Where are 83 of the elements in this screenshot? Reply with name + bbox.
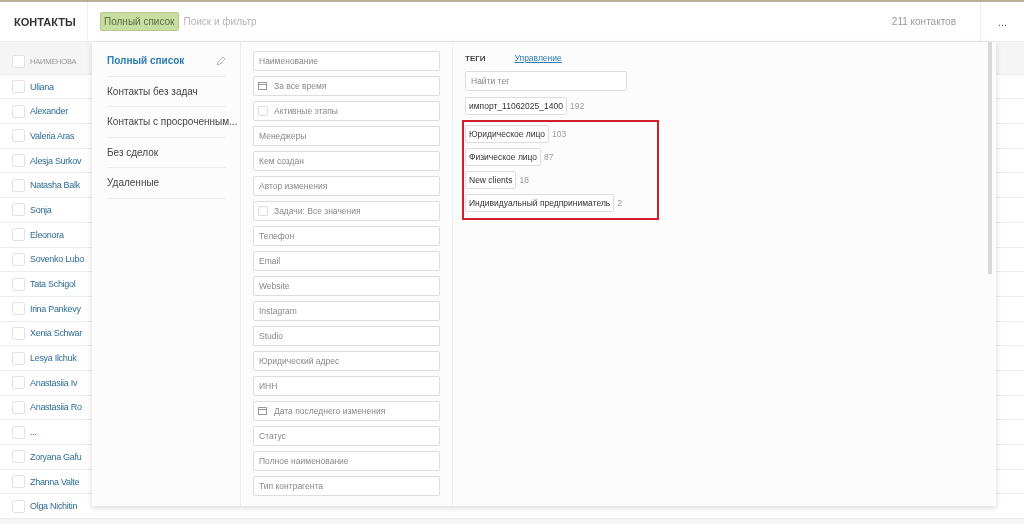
checkbox[interactable] bbox=[12, 129, 25, 143]
contact-name[interactable]: Natasha Balk bbox=[30, 180, 80, 191]
filter-field[interactable]: Статус bbox=[253, 426, 440, 446]
checkbox[interactable] bbox=[12, 475, 25, 489]
filter-field[interactable]: Instagram bbox=[253, 301, 440, 321]
filter-field[interactable]: Тип контрагента bbox=[253, 476, 440, 496]
filter-field[interactable]: Автор изменения bbox=[253, 176, 440, 196]
contact-name[interactable]: Sonja bbox=[30, 204, 52, 215]
contact-name[interactable]: Anastasiia Ro bbox=[30, 402, 82, 413]
filter-field[interactable]: ИНН bbox=[253, 376, 440, 396]
contact-name[interactable]: Sovenko Lubo bbox=[30, 254, 84, 265]
manage-link[interactable]: Управление bbox=[514, 53, 562, 63]
filter-field[interactable]: За все время bbox=[253, 76, 440, 96]
contact-name[interactable]: Uliana bbox=[30, 81, 54, 92]
tag[interactable]: Физическое лицо bbox=[465, 148, 542, 166]
tag[interactable]: Юридическое лицо bbox=[465, 125, 549, 143]
pencil-icon[interactable] bbox=[216, 55, 226, 66]
tag[interactable]: Индивидуальный предприниматель bbox=[465, 194, 615, 212]
tag-count: 2 bbox=[617, 198, 623, 208]
contact-name[interactable]: Irina Pankevy bbox=[30, 303, 81, 314]
contact-name[interactable]: Eleonora bbox=[30, 229, 64, 240]
filter-field[interactable]: Studio bbox=[253, 326, 440, 346]
filter-field[interactable]: Менеджеры bbox=[253, 126, 440, 146]
checkbox[interactable] bbox=[12, 351, 25, 365]
contact-name[interactable]: Alexander bbox=[30, 106, 68, 117]
preset-item[interactable]: Без сделок bbox=[107, 146, 159, 158]
tag[interactable]: импорт_11062025_1400 bbox=[465, 97, 567, 115]
tag-count: 103 bbox=[552, 129, 567, 139]
filter-field[interactable]: Кем создан bbox=[253, 151, 440, 171]
preset-item[interactable]: Полный список bbox=[107, 55, 185, 67]
filter-field[interactable]: Email bbox=[253, 251, 440, 271]
tag-count: 192 bbox=[569, 101, 585, 111]
contact-name[interactable]: Alesja Surkov bbox=[30, 155, 82, 166]
checkbox[interactable] bbox=[12, 450, 25, 464]
checkbox[interactable] bbox=[258, 106, 268, 116]
contact-name[interactable]: Zhanna Valte bbox=[30, 476, 80, 487]
checkbox[interactable] bbox=[12, 104, 25, 118]
filter-field[interactable]: Задачи: Все значения bbox=[253, 201, 440, 221]
checkbox[interactable] bbox=[12, 80, 25, 94]
contact-name[interactable]: Zoryana Gafu bbox=[30, 451, 82, 462]
checkbox[interactable] bbox=[12, 400, 25, 414]
filter-field[interactable]: Активные этапы bbox=[253, 101, 440, 121]
preset-item[interactable]: Контакты с просроченным... bbox=[107, 116, 238, 128]
checkbox[interactable] bbox=[12, 178, 25, 192]
checkbox[interactable] bbox=[12, 203, 25, 217]
checkbox[interactable] bbox=[12, 277, 25, 291]
checkbox[interactable] bbox=[12, 326, 25, 340]
filter-field[interactable]: Website bbox=[253, 276, 440, 296]
filter-field[interactable]: Дата последнего изменения bbox=[253, 401, 440, 421]
contact-name[interactable]: Xenia Schwar bbox=[30, 328, 82, 339]
page-title: КОНТАКТЫ bbox=[0, 2, 88, 41]
filter-field[interactable]: Наименование bbox=[253, 51, 440, 71]
contact-name[interactable]: Tata Schigol bbox=[30, 279, 76, 290]
checkbox[interactable] bbox=[12, 228, 25, 242]
tags-title: ТЕГИ bbox=[465, 53, 486, 63]
filter-field[interactable]: Полное наименование bbox=[253, 451, 440, 471]
preset-item[interactable]: Контакты без задач bbox=[107, 85, 198, 97]
preset-item[interactable]: Удаленные bbox=[107, 177, 160, 189]
checkbox[interactable] bbox=[258, 206, 268, 216]
filter-chip[interactable]: Полный список bbox=[100, 12, 179, 31]
search-field[interactable]: Поиск и фильтр bbox=[181, 15, 892, 28]
contact-name[interactable]: ... bbox=[30, 427, 37, 438]
calendar-icon bbox=[258, 406, 267, 415]
checkbox[interactable] bbox=[12, 154, 25, 168]
tag[interactable]: New clients bbox=[465, 171, 517, 189]
contact-name[interactable]: Olga Nichitin bbox=[30, 501, 78, 512]
tag-count: 18 bbox=[519, 175, 529, 185]
checkbox[interactable] bbox=[12, 55, 25, 69]
checkbox[interactable] bbox=[12, 425, 25, 439]
contact-name[interactable]: Lesya Ilchuk bbox=[30, 353, 77, 364]
scrollbar[interactable] bbox=[988, 42, 992, 274]
contact-name[interactable]: Valeria Aras bbox=[30, 130, 75, 141]
tag-search-field[interactable]: Найти тег bbox=[465, 71, 627, 91]
checkbox[interactable] bbox=[12, 376, 25, 390]
contact-name[interactable]: Anastasiia Iv bbox=[30, 377, 78, 388]
filter-field[interactable]: Телефон bbox=[253, 226, 440, 246]
checkbox[interactable] bbox=[12, 499, 25, 513]
checkbox[interactable] bbox=[12, 302, 25, 316]
calendar-icon bbox=[258, 81, 267, 90]
filter-field[interactable]: Юридический адрес bbox=[253, 351, 440, 371]
tag-count: 87 bbox=[544, 152, 554, 162]
checkbox[interactable] bbox=[12, 252, 25, 266]
contacts-count: 211 контактов bbox=[891, 16, 956, 27]
